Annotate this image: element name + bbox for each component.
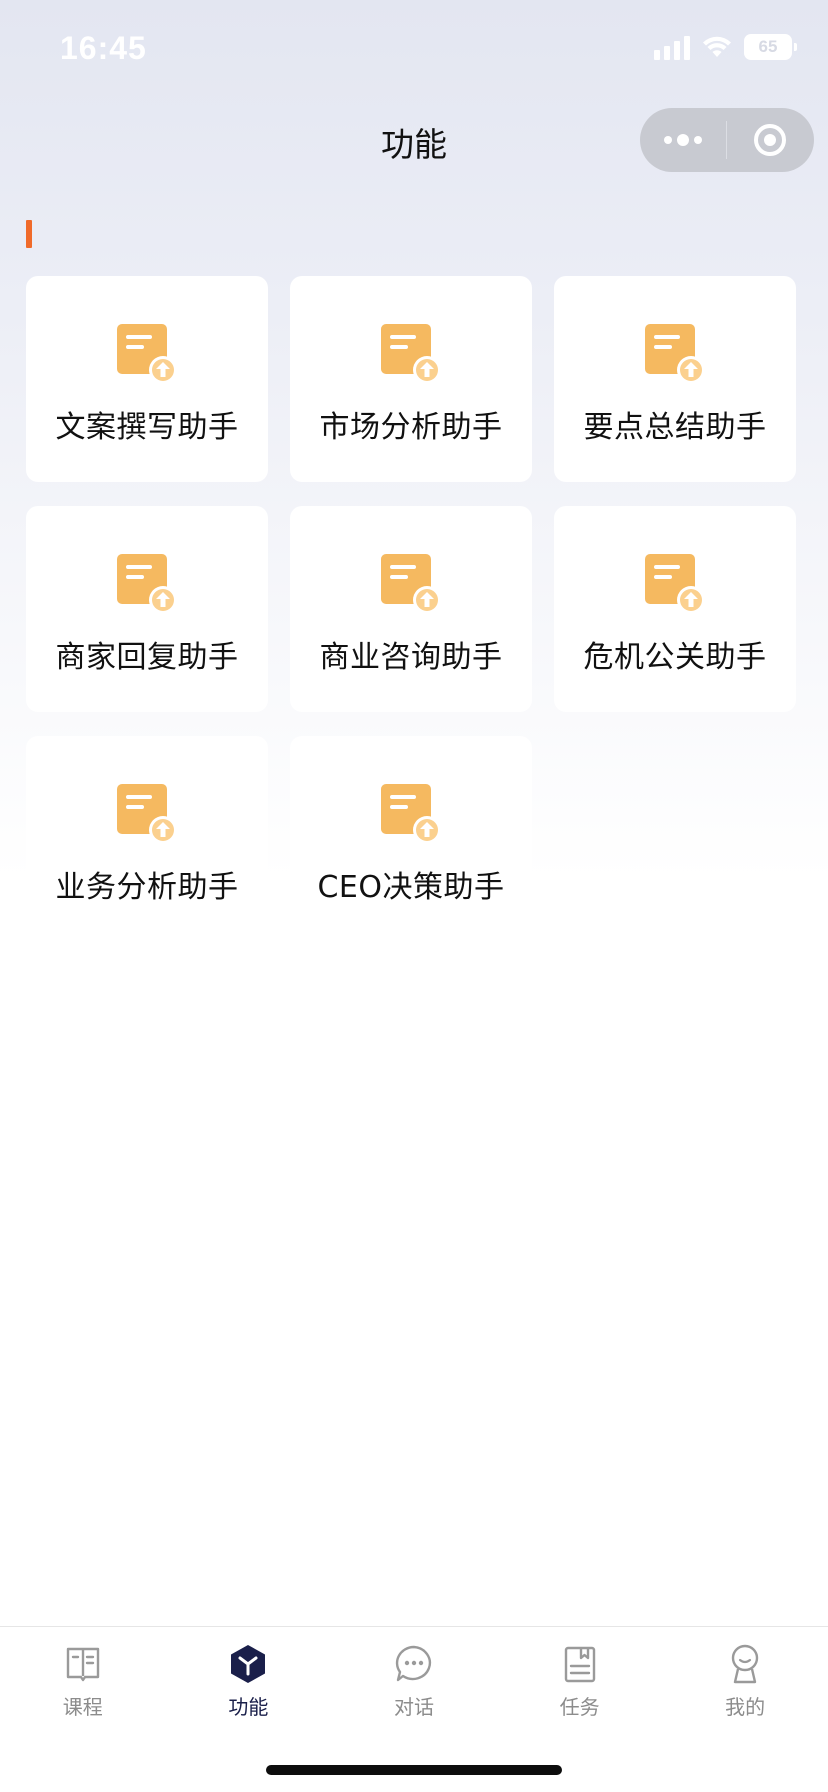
function-card-label: 要点总结助手: [583, 410, 767, 445]
more-button[interactable]: [640, 108, 726, 172]
status-time: 16:45: [60, 30, 147, 66]
tab-tasks[interactable]: 任务: [497, 1627, 663, 1737]
tab-label: 任务: [559, 1695, 600, 1719]
tab-label: 课程: [62, 1695, 103, 1719]
function-card-label: 商家回复助手: [55, 640, 239, 675]
document-upload-icon: [379, 552, 443, 616]
clipboard-icon: [559, 1643, 601, 1685]
function-card[interactable]: 业务分析助手: [26, 736, 268, 942]
function-card[interactable]: 文案撰写助手: [26, 276, 268, 482]
tab-courses[interactable]: 课程: [0, 1627, 166, 1737]
book-icon: [62, 1643, 104, 1685]
function-card-label: 业务分析助手: [55, 870, 239, 905]
document-upload-icon: [643, 322, 707, 386]
mini-program-capsule: [640, 108, 814, 172]
target-circle-icon: [754, 124, 786, 156]
function-card[interactable]: 要点总结助手: [554, 276, 796, 482]
function-card[interactable]: 危机公关助手: [554, 506, 796, 712]
battery-icon: 65: [744, 34, 797, 60]
tab-label: 对话: [393, 1695, 434, 1719]
function-card-label: 商业咨询助手: [319, 640, 503, 675]
function-grid: 文案撰写助手 市场分析助手 要点总结助手 商家回复助手 商业咨询助手 危机公关助…: [26, 276, 796, 942]
status-bar: 16:45 65: [0, 0, 828, 100]
tab-chat[interactable]: 对话: [331, 1627, 497, 1737]
function-card-label: 文案撰写助手: [55, 410, 239, 445]
function-card-label: 市场分析助手: [319, 410, 503, 445]
close-mini-program-button[interactable]: [727, 108, 813, 172]
document-upload-icon: [115, 552, 179, 616]
signal-icon: [654, 34, 690, 60]
user-icon: [724, 1643, 766, 1685]
tab-label: 我的: [725, 1695, 766, 1719]
function-card[interactable]: 商家回复助手: [26, 506, 268, 712]
tab-functions[interactable]: 功能: [166, 1627, 332, 1737]
document-upload-icon: [379, 782, 443, 846]
function-card[interactable]: CEO决策助手: [290, 736, 532, 942]
tab-label: 功能: [228, 1695, 269, 1719]
cube-icon: [227, 1643, 269, 1685]
more-dots-icon: [664, 134, 702, 146]
document-upload-icon: [115, 322, 179, 386]
wifi-icon: [702, 35, 732, 59]
tab-profile[interactable]: 我的: [662, 1627, 828, 1737]
function-card[interactable]: 商业咨询助手: [290, 506, 532, 712]
status-icons: 65: [654, 34, 797, 60]
function-card-label: 危机公关助手: [583, 640, 767, 675]
chat-bubble-icon: [393, 1643, 435, 1685]
document-upload-icon: [379, 322, 443, 386]
document-upload-icon: [643, 552, 707, 616]
function-card-label: CEO决策助手: [317, 870, 505, 905]
home-indicator: [266, 1765, 562, 1775]
function-card[interactable]: 市场分析助手: [290, 276, 532, 482]
document-upload-icon: [115, 782, 179, 846]
section-marker: [26, 220, 32, 248]
